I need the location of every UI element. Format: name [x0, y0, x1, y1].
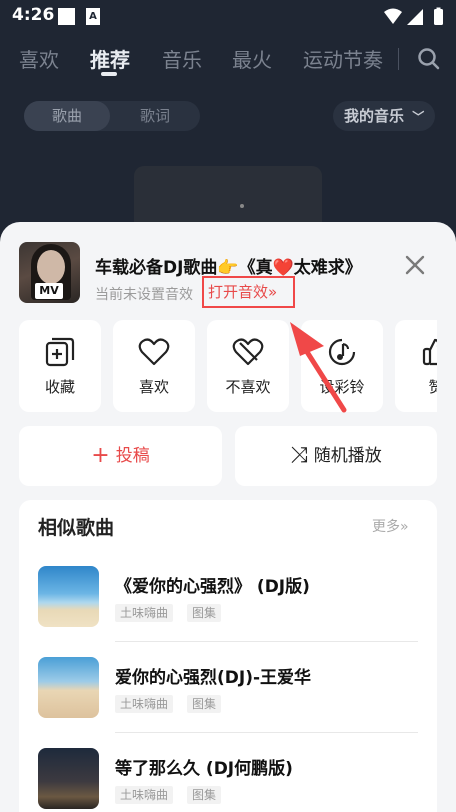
- divider: [115, 641, 418, 642]
- list-item[interactable]: 《爱你的心强烈》 (DJ版) 土味嗨曲 图集: [19, 566, 437, 628]
- submit-button[interactable]: + 投稿: [19, 426, 222, 486]
- annotation-arrow: [290, 322, 347, 413]
- status-icons: [384, 7, 443, 25]
- dislike-button[interactable]: 不喜欢: [207, 320, 289, 412]
- song-actions-sheet: MV 车载必备DJ歌曲👉《真❤️太难求》 当前未设置音效 打开音效» 收藏 喜欢: [0, 222, 456, 812]
- tab-like[interactable]: 喜欢: [19, 44, 59, 73]
- shuffle-label: 随机播放: [313, 446, 382, 466]
- battery-icon: [434, 9, 443, 25]
- similar-songs-card: 相似歌曲 更多» 《爱你的心强烈》 (DJ版) 土味嗨曲 图集 爱你的心强烈(D…: [19, 500, 437, 812]
- track-cover: [38, 748, 99, 809]
- divider: [115, 732, 418, 733]
- close-icon[interactable]: [403, 253, 427, 277]
- more-link[interactable]: 更多»: [372, 516, 409, 536]
- segment-lyrics[interactable]: 歌词: [110, 101, 200, 131]
- action-label: 收藏: [44, 378, 75, 396]
- track-tag: 图集: [187, 695, 222, 713]
- collect-icon: [45, 337, 75, 367]
- album-art-dot: [240, 204, 244, 208]
- list-item[interactable]: 爱你的心强烈(DJ)-王爱华 土味嗨曲 图集: [19, 657, 437, 719]
- open-sound-effect-link[interactable]: 打开音效»: [202, 276, 295, 308]
- status-time: 4:26: [12, 5, 55, 25]
- segment-songs[interactable]: 歌曲: [24, 101, 110, 131]
- notification-square-icon: [58, 8, 75, 25]
- song-cover: MV: [19, 242, 80, 303]
- action-row: 收藏 喜欢 不喜欢 设彩铃 赞: [19, 320, 437, 412]
- my-music-dropdown[interactable]: 我的音乐 ﹀: [333, 101, 435, 131]
- active-tab-indicator: [101, 72, 117, 76]
- thumbs-up-icon: [422, 338, 437, 366]
- track-tag: 土味嗨曲: [115, 786, 174, 804]
- track-cover: [38, 657, 99, 718]
- tab-workout-rhythm[interactable]: 运动节奏: [303, 44, 383, 73]
- track-tag: 图集: [187, 604, 222, 622]
- track-title: 等了那么久 (DJ何鹏版): [115, 759, 293, 779]
- shuffle-icon: ⤨: [290, 443, 308, 468]
- song-title: 车载必备DJ歌曲👉《真❤️太难求》: [95, 258, 362, 278]
- track-tag: 土味嗨曲: [115, 695, 174, 713]
- search-icon[interactable]: [416, 46, 442, 72]
- wifi-icon: [384, 8, 402, 24]
- broken-heart-icon: [232, 338, 264, 366]
- shuffle-play-button[interactable]: ⤨ 随机播放: [235, 426, 437, 486]
- track-tag: 图集: [187, 786, 222, 804]
- nav-divider: [398, 48, 399, 70]
- track-cover: [38, 566, 99, 627]
- action-label: 不喜欢: [225, 378, 271, 396]
- like-button[interactable]: 喜欢: [113, 320, 195, 412]
- submit-label: 投稿: [115, 446, 150, 466]
- collect-button[interactable]: 收藏: [19, 320, 101, 412]
- status-bar: 4:26 A: [0, 0, 456, 32]
- track-tag: 土味嗨曲: [115, 604, 174, 622]
- track-title: 爱你的心强烈(DJ)-王爱华: [115, 668, 312, 688]
- mv-badge: MV: [35, 283, 63, 299]
- top-nav: 喜欢 推荐 音乐 最火 运动节奏: [0, 38, 456, 82]
- chevron-down-icon: ﹀: [412, 110, 425, 124]
- action-label: 赞: [428, 378, 437, 396]
- plus-icon: +: [91, 443, 110, 468]
- action-label: 喜欢: [138, 378, 169, 396]
- tab-hottest[interactable]: 最火: [232, 44, 272, 73]
- heart-icon: [138, 338, 170, 366]
- thumbs-up-button[interactable]: 赞: [395, 320, 437, 412]
- lyrics-song-segment: 歌曲 歌词: [24, 101, 200, 131]
- tab-recommend[interactable]: 推荐: [90, 44, 130, 73]
- similar-songs-title: 相似歌曲: [38, 517, 115, 539]
- list-item[interactable]: 等了那么久 (DJ何鹏版) 土味嗨曲 图集: [19, 748, 437, 810]
- sound-effect-status: 当前未设置音效: [95, 287, 193, 303]
- track-title: 《爱你的心强烈》 (DJ版): [115, 577, 310, 597]
- signal-icon: [407, 9, 423, 25]
- notification-a-icon: A: [86, 8, 100, 25]
- my-music-label: 我的音乐: [344, 107, 405, 125]
- tab-music[interactable]: 音乐: [162, 44, 202, 73]
